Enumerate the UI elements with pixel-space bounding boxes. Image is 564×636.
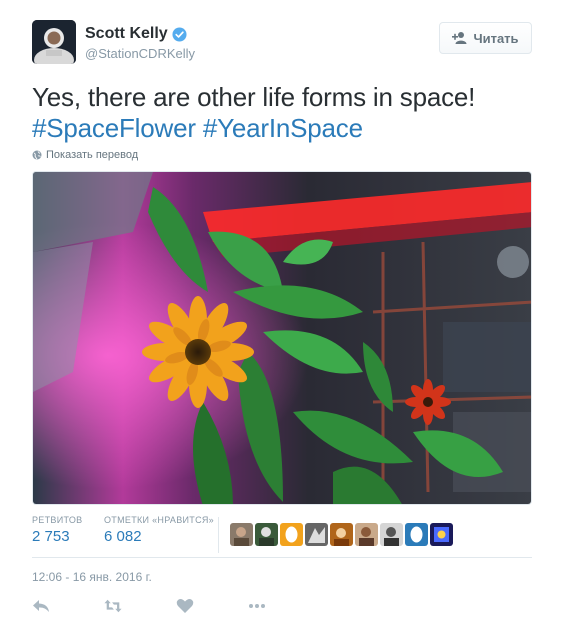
translate-label: Показать перевод bbox=[46, 149, 139, 161]
space-flower-photo bbox=[33, 172, 531, 504]
tweet-photo[interactable] bbox=[32, 171, 532, 505]
liker-avatar[interactable] bbox=[255, 523, 278, 546]
hashtag-yearinspace[interactable]: #YearInSpace bbox=[203, 113, 363, 143]
liker-avatar[interactable] bbox=[430, 523, 453, 546]
liker-avatar[interactable] bbox=[305, 523, 328, 546]
liker-avatar[interactable] bbox=[405, 523, 428, 546]
liker-avatar[interactable] bbox=[330, 523, 353, 546]
retweet-stat[interactable]: РЕТВИТОВ 2 753 bbox=[32, 515, 82, 545]
liker-avatar[interactable] bbox=[380, 523, 403, 546]
author-info: Scott Kelly @StationCDRKelly bbox=[85, 25, 195, 61]
retweet-icon[interactable] bbox=[104, 598, 122, 614]
globe-icon bbox=[32, 150, 42, 160]
display-name[interactable]: Scott Kelly bbox=[85, 25, 168, 43]
liker-avatar[interactable] bbox=[280, 523, 303, 546]
tweet-stats: РЕТВИТОВ 2 753 ОТМЕТКИ «НРАВИТСЯ» 6 082 bbox=[32, 515, 532, 557]
likes-label: ОТМЕТКИ «НРАВИТСЯ» bbox=[104, 515, 214, 525]
likes-stat[interactable]: ОТМЕТКИ «НРАВИТСЯ» 6 082 bbox=[104, 515, 214, 545]
liker-avatar[interactable] bbox=[230, 523, 253, 546]
tweet-text: Yes, there are other life forms in space… bbox=[32, 82, 532, 144]
stats-divider bbox=[218, 517, 219, 553]
tweet-hashtags: #SpaceFlower #YearInSpace bbox=[32, 113, 532, 144]
follow-button-label: Читать bbox=[473, 30, 519, 46]
tweet-timestamp[interactable]: 12:06 - 16 янв. 2016 г. bbox=[32, 570, 152, 584]
verified-badge-icon bbox=[172, 26, 187, 42]
stats-separator bbox=[32, 557, 532, 558]
liker-avatar[interactable] bbox=[355, 523, 378, 546]
retweets-count: 2 753 bbox=[32, 528, 70, 545]
translate-link[interactable]: Показать перевод bbox=[32, 149, 138, 161]
user-handle[interactable]: @StationCDRKelly bbox=[85, 46, 195, 61]
add-user-icon bbox=[452, 32, 467, 44]
reply-icon[interactable] bbox=[32, 598, 50, 614]
likes-count: 6 082 bbox=[104, 528, 142, 545]
retweets-label: РЕТВИТОВ bbox=[32, 515, 83, 525]
more-icon[interactable] bbox=[248, 598, 266, 614]
tweet-header: Scott Kelly @StationCDRKelly Читать bbox=[32, 20, 532, 66]
like-icon[interactable] bbox=[176, 598, 194, 614]
tweet-main-text: Yes, there are other life forms in space… bbox=[32, 82, 476, 112]
tweet-actions bbox=[32, 598, 320, 614]
follow-button[interactable]: Читать bbox=[439, 22, 532, 54]
avatar[interactable] bbox=[32, 20, 76, 64]
likers-avatars bbox=[230, 523, 453, 546]
hashtag-spaceflower[interactable]: #SpaceFlower bbox=[32, 113, 196, 143]
